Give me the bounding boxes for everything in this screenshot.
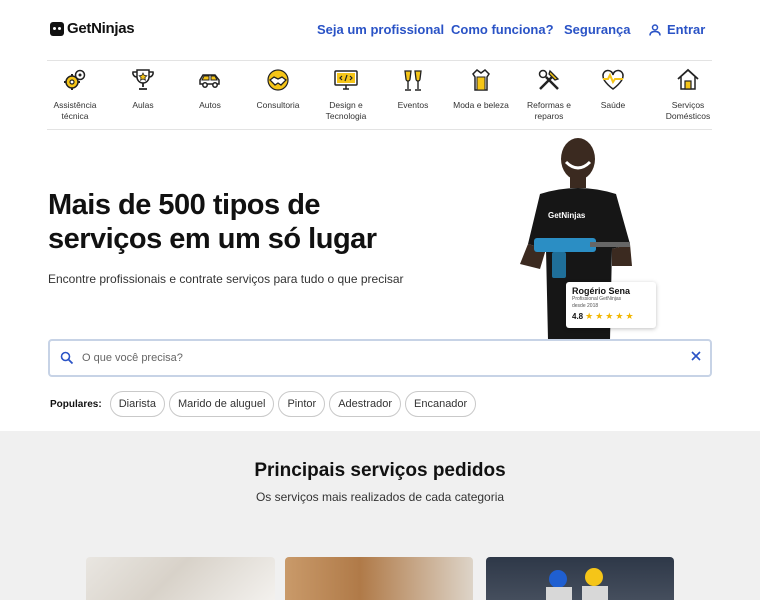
category-reformas-reparos[interactable]: Reformas e reparos	[514, 67, 584, 122]
chip-diarista[interactable]: Diarista	[109, 391, 165, 417]
category-servicos-domesticos[interactable]: Serviços Domésticos	[653, 67, 723, 122]
category-label: Serviços Domésticos	[665, 100, 711, 121]
tools-icon	[538, 69, 560, 90]
category-label: Reformas e reparos	[527, 100, 571, 121]
house-icon	[677, 68, 699, 90]
login-button[interactable]: Entrar	[649, 22, 705, 37]
category-label: Design e Tecnologia	[325, 100, 367, 121]
star-icon: ★	[585, 311, 594, 321]
chip-marido-de-aluguel[interactable]: Marido de aluguel	[168, 391, 275, 417]
trophy-icon	[132, 69, 154, 90]
category-label: Aulas	[132, 100, 154, 110]
professional-badge: Rogério Sena Profissional GetNinjas desd…	[566, 282, 656, 328]
badge-since: desde 2018	[572, 303, 599, 309]
service-card-image[interactable]	[285, 557, 473, 600]
search-icon	[60, 351, 74, 365]
chip-adestrador[interactable]: Adestrador	[329, 391, 401, 417]
nav-como-funciona[interactable]: Como funciona?	[451, 22, 554, 37]
handshake-icon	[267, 69, 289, 91]
category-eventos[interactable]: Eventos	[378, 67, 448, 111]
service-card-image[interactable]	[86, 557, 275, 600]
nav-seguranca[interactable]: Segurança	[564, 22, 630, 37]
category-aulas[interactable]: Aulas	[108, 67, 178, 111]
section-title: Principais serviços pedidos	[254, 460, 506, 481]
category-design-tecnologia[interactable]: Design e Tecnologia	[311, 67, 381, 122]
rating-value: 4.8	[572, 312, 584, 321]
star-icon: ★	[625, 311, 634, 321]
category-bar: Assistência técnica Aulas Autos Consulto…	[47, 60, 712, 130]
star-icon: ★	[595, 311, 604, 321]
category-label: Moda e beleza	[453, 100, 509, 110]
section-subtitle: Os serviços mais realizados de cada cate…	[255, 490, 505, 504]
car-icon	[199, 74, 220, 88]
hero-title: Mais de 500 tipos de serviços em um só l…	[48, 189, 377, 255]
badge-name: Rogério Sena	[572, 286, 631, 296]
search-bar	[48, 339, 712, 377]
dress-icon	[472, 69, 490, 91]
category-label: Saúde	[600, 100, 626, 110]
badge-subtitle: Profissional GetNinjas	[572, 296, 622, 302]
header: GetNinjas Seja um profissional Como func…	[0, 0, 760, 60]
star-icon: ★	[605, 311, 614, 321]
chip-encanador[interactable]: Encanador	[405, 391, 477, 417]
logo-text: GetNinjas	[67, 20, 135, 37]
login-label: Entrar	[667, 22, 706, 37]
category-label: Autos	[199, 100, 221, 110]
chip-pintor[interactable]: Pintor	[278, 391, 326, 417]
search-input[interactable]	[82, 347, 682, 369]
code-monitor-icon	[334, 70, 358, 90]
nav-seja-profissional[interactable]: Seja um profissional	[317, 22, 444, 37]
category-consultoria[interactable]: Consultoria	[243, 67, 313, 111]
category-label: Assistência técnica	[53, 100, 97, 121]
category-moda-beleza[interactable]: Moda e beleza	[446, 67, 516, 111]
category-label: Consultoria	[256, 100, 300, 110]
popular-label: Populares:	[50, 398, 102, 410]
logo[interactable]: GetNinjas	[50, 20, 135, 37]
category-label: Eventos	[397, 100, 429, 110]
badge-rating: 4.8 ★ ★ ★ ★ ★	[572, 311, 650, 322]
service-card-image[interactable]	[486, 557, 674, 600]
ninja-logo-icon	[50, 21, 64, 36]
gears-icon	[64, 69, 86, 90]
category-assistencia-tecnica[interactable]: Assistência técnica	[40, 67, 110, 122]
shirt-logo-text: GetNinjas	[548, 211, 586, 220]
champagne-icon	[404, 70, 422, 91]
close-icon[interactable]	[690, 350, 702, 362]
heart-pulse-icon	[602, 69, 624, 90]
hero-subtitle: Encontre profissionais e contrate serviç…	[48, 272, 404, 286]
category-autos[interactable]: Autos	[175, 67, 245, 111]
user-icon	[649, 23, 661, 36]
popular-searches: Populares: Diarista Marido de aluguel Pi…	[50, 391, 477, 417]
star-icon: ★	[615, 311, 624, 321]
workers-illustration	[546, 568, 608, 600]
main-services-section: Principais serviços pedidos Os serviços …	[0, 431, 760, 600]
category-saude[interactable]: Saúde	[578, 67, 648, 111]
